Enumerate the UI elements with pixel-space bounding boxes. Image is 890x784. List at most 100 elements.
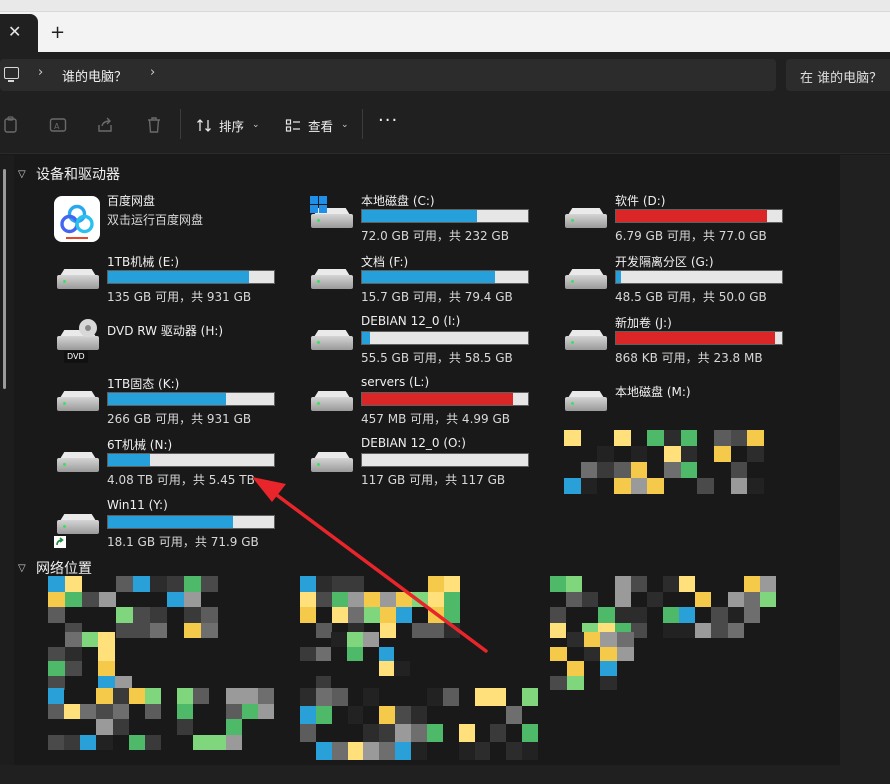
hard-drive-icon <box>54 379 100 425</box>
redacted-network-location <box>48 576 218 638</box>
drive-usage-bar <box>361 209 529 223</box>
sort-label: 排序 <box>219 118 245 134</box>
drive-space-info: 868 KB 可用，共 23.8 MB <box>615 351 763 365</box>
drive-usage-bar <box>107 515 275 529</box>
drive-usage-bar <box>615 331 783 345</box>
view-icon <box>285 118 300 132</box>
chevron-down-icon[interactable]: ▽ <box>18 169 30 180</box>
drive-d[interactable]: 软件 (D:) 6.79 GB 可用，共 77.0 GB <box>562 192 812 248</box>
redacted-network-location <box>300 576 460 638</box>
hard-drive-icon <box>308 440 354 486</box>
drive-name: 软件 (D:) <box>615 194 666 208</box>
close-tab-icon[interactable]: ✕ <box>8 22 21 42</box>
drive-usage-bar <box>107 392 275 406</box>
redacted-network-location <box>550 576 776 638</box>
chevron-right-icon[interactable]: › <box>150 65 155 80</box>
drive-name: 1TB机械 (E:) <box>107 255 180 269</box>
drive-space-info: 117 GB 可用，共 117 GB <box>361 473 506 487</box>
windows-drive-icon <box>308 196 354 242</box>
drive-space-info: 457 MB 可用，共 4.99 GB <box>361 412 510 426</box>
drive-usage-bar <box>107 270 275 284</box>
command-bar: A 排序 ⌄ 查看 ⌄ ··· <box>0 96 890 154</box>
section-header-network[interactable]: ▽ 网络位置 <box>18 558 92 578</box>
redacted-network-location <box>48 632 132 690</box>
drive-space-info: 135 GB 可用，共 931 GB <box>107 290 252 304</box>
baidu-netdisk-icon <box>54 196 100 242</box>
drive-c[interactable]: 本地磁盘 (C:) 72.0 GB 可用，共 232 GB <box>308 192 558 248</box>
delete-icon[interactable] <box>145 116 163 134</box>
drive-k[interactable]: 1TB固态 (K:) 266 GB 可用，共 931 GB <box>54 375 304 431</box>
hard-drive-icon <box>562 379 608 425</box>
hard-drive-icon <box>562 318 608 364</box>
drive-name: 百度网盘 <box>107 194 156 208</box>
drive-l[interactable]: servers (L:) 457 MB 可用，共 4.99 GB <box>308 375 558 431</box>
drive-n[interactable]: 6T机械 (N:) 4.08 TB 可用，共 5.45 TB <box>54 436 304 492</box>
drive-name: DEBIAN 12_0 (I:) <box>361 314 461 328</box>
paste-icon[interactable] <box>2 116 20 134</box>
drive-space-info: 266 GB 可用，共 931 GB <box>107 412 252 426</box>
chevron-right-icon[interactable]: › <box>38 65 43 80</box>
toolbar-divider <box>362 109 363 139</box>
drive-name: 6T机械 (N:) <box>107 438 173 452</box>
drive-f[interactable]: 文档 (F:) 15.7 GB 可用，共 79.4 GB <box>308 253 558 309</box>
drive-usage-bar <box>361 331 529 345</box>
computer-icon <box>4 67 19 82</box>
drive-description: 双击运行百度网盘 <box>107 213 204 227</box>
hard-drive-icon <box>562 257 608 303</box>
section-header-devices[interactable]: ▽ 设备和驱动器 <box>18 164 120 184</box>
drive-h-dvd[interactable]: DVD DVD RW 驱动器 (H:) <box>54 314 304 370</box>
drive-g[interactable]: 开发隔离分区 (G:) 48.5 GB 可用，共 50.0 GB <box>562 253 812 309</box>
drive-name: 开发隔离分区 (G:) <box>615 255 714 269</box>
scrollbar-thumb[interactable] <box>3 169 6 389</box>
breadcrumb-this-pc[interactable]: 谁的电脑？ <box>62 66 127 85</box>
address-bar[interactable]: › 谁的电脑？ › <box>0 59 776 91</box>
more-options-button[interactable]: ··· <box>378 110 398 131</box>
drive-name: Win11 (Y:) <box>107 498 168 512</box>
redacted-network-location <box>550 632 634 690</box>
drive-usage-bar <box>615 209 783 223</box>
drive-name: DEBIAN 12_0 (O:) <box>361 436 466 450</box>
section-title: 网络位置 <box>36 561 92 577</box>
sort-icon <box>197 118 211 132</box>
redacted-drive-tile <box>564 430 764 494</box>
drive-name: DVD RW 驱动器 (H:) <box>107 324 224 338</box>
hard-drive-icon <box>308 379 354 425</box>
sort-button[interactable]: 排序 ⌄ <box>196 115 260 135</box>
drive-name: 本地磁盘 (C:) <box>361 194 435 208</box>
redacted-network-location <box>300 688 538 760</box>
drive-usage-bar <box>107 453 275 467</box>
drive-baidu-netdisk[interactable]: 百度网盘 双击运行百度网盘 <box>54 192 304 248</box>
drive-usage-bar <box>361 392 529 406</box>
drive-usage-bar <box>361 453 529 467</box>
chevron-down-icon[interactable]: ▽ <box>18 563 30 574</box>
search-placeholder: 在 谁的电脑？ <box>800 71 883 86</box>
svg-text:A: A <box>54 122 60 131</box>
drive-e[interactable]: 1TB机械 (E:) 135 GB 可用，共 931 GB <box>54 253 304 309</box>
chevron-down-icon: ⌄ <box>252 120 260 130</box>
drive-j[interactable]: 新加卷 (J:) 868 KB 可用，共 23.8 MB <box>562 314 812 370</box>
drive-name: 文档 (F:) <box>361 255 409 269</box>
drive-name: 新加卷 (J:) <box>615 316 672 330</box>
hard-drive-icon <box>562 196 608 242</box>
view-button[interactable]: 查看 ⌄ <box>285 115 349 135</box>
drive-usage-bar <box>615 270 783 284</box>
share-icon[interactable] <box>96 116 114 134</box>
drive-o[interactable]: DEBIAN 12_0 (O:) 117 GB 可用，共 117 GB <box>308 436 558 492</box>
hard-drive-icon <box>54 257 100 303</box>
drive-m[interactable]: 本地磁盘 (M:) <box>562 375 812 431</box>
drive-y[interactable]: Win11 (Y:) 18.1 GB 可用，共 71.9 GB <box>54 498 304 554</box>
search-box[interactable]: 在 谁的电脑？ <box>786 59 890 91</box>
drive-space-info: 15.7 GB 可用，共 79.4 GB <box>361 290 513 304</box>
active-tab[interactable]: ✕ <box>0 14 38 52</box>
dvd-label: DVD <box>64 351 88 363</box>
new-tab-button[interactable]: + <box>50 22 65 44</box>
status-bar <box>0 765 890 784</box>
view-label: 查看 <box>308 118 334 134</box>
address-bar-row: › 谁的电脑？ › 在 谁的电脑？ <box>0 52 890 96</box>
drive-i[interactable]: DEBIAN 12_0 (I:) 55.5 GB 可用，共 58.5 GB <box>308 314 558 370</box>
dvd-drive-icon: DVD <box>54 318 100 364</box>
shortcut-arrow-icon <box>54 536 66 548</box>
rename-icon[interactable]: A <box>49 116 67 134</box>
vertical-scrollbar[interactable] <box>840 155 890 765</box>
hard-drive-icon <box>308 257 354 303</box>
